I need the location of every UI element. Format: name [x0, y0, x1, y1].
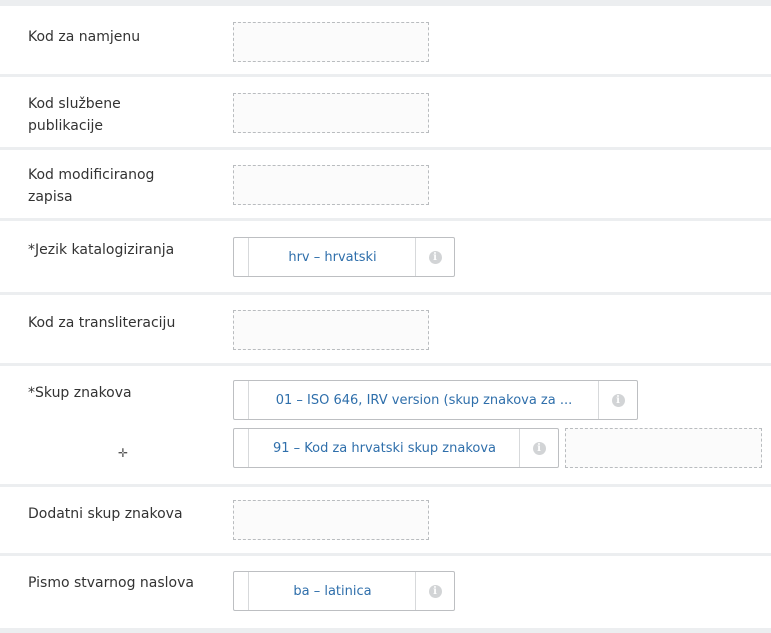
- field-label: *Jezik katalogiziranja: [28, 242, 175, 258]
- field-label: Pismo stvarnog naslova: [28, 575, 194, 591]
- field-label: Kod za namjenu: [28, 29, 141, 45]
- kod-modificiranog-zapisa-input[interactable]: [233, 165, 429, 205]
- skup-znakova-select-2[interactable]: 91 – Kod za hrvatski skup znakova i: [233, 428, 559, 468]
- crosshair-cursor-icon: ✛: [118, 446, 129, 460]
- info-button[interactable]: i: [415, 238, 454, 276]
- pismo-stvarnog-naslova-select[interactable]: ba – latinica i: [233, 571, 455, 611]
- field-drag-handle: [234, 238, 249, 276]
- field-label: Kod za transliteraciju: [28, 315, 176, 331]
- field-label-line-1: Kod službene: [28, 96, 121, 112]
- info-icon: i: [532, 441, 546, 455]
- field-drag-handle: [234, 381, 249, 419]
- field-label: *Skup znakova: [28, 385, 132, 401]
- field-label: Dodatni skup znakova: [28, 506, 183, 522]
- skup-znakova-add-input[interactable]: [565, 428, 762, 468]
- field-drag-handle: [234, 429, 249, 467]
- selected-value: hrv – hrvatski: [288, 249, 377, 265]
- field-row-dodatni-skup-znakova: Dodatni skup znakova: [0, 487, 771, 553]
- field-label-line-1: Kod modificiranog: [28, 167, 155, 183]
- field-row-jezik-katalogiziranja: *Jezik katalogiziranja hrv – hrvatski i: [0, 221, 771, 292]
- field-label-line-2: zapisa: [28, 189, 73, 205]
- info-button[interactable]: i: [598, 381, 637, 419]
- info-button[interactable]: i: [519, 429, 558, 467]
- field-row-kod-za-namjenu: Kod za namjenu: [0, 6, 771, 74]
- kod-za-transliteraciju-input[interactable]: [233, 310, 429, 350]
- dodatni-skup-znakova-input[interactable]: [233, 500, 429, 540]
- field-label: Kod modificiranog zapisa: [28, 164, 208, 208]
- selected-value: ba – latinica: [293, 583, 372, 599]
- info-button[interactable]: i: [415, 572, 454, 610]
- kod-sluzbene-publikacije-input[interactable]: [233, 93, 429, 133]
- skup-znakova-select-1[interactable]: 01 – ISO 646, IRV version (skup znakova …: [233, 380, 638, 420]
- field-row-skup-znakova: *Skup znakova 01 – ISO 646, IRV version …: [0, 366, 771, 484]
- info-icon: i: [428, 584, 442, 598]
- jezik-katalogiziranja-select[interactable]: hrv – hrvatski i: [233, 237, 455, 277]
- field-row-kod-sluzbene-publikacije: Kod službene publikacije: [0, 77, 771, 147]
- field-row-kod-za-transliteraciju: Kod za transliteraciju: [0, 295, 771, 363]
- field-row-pismo-stvarnog-naslova: Pismo stvarnog naslova ba – latinica i: [0, 556, 771, 628]
- selected-value: 01 – ISO 646, IRV version (skup znakova …: [275, 392, 573, 408]
- field-label: Kod službene publikacije: [28, 93, 208, 137]
- info-icon: i: [611, 393, 625, 407]
- selected-value: 91 – Kod za hrvatski skup znakova: [272, 440, 497, 456]
- kod-za-namjenu-input[interactable]: [233, 22, 429, 62]
- info-icon: i: [428, 250, 442, 264]
- field-label-line-2: publikacije: [28, 118, 103, 134]
- field-drag-handle: [234, 572, 249, 610]
- field-row-kod-modificiranog-zapisa: Kod modificiranog zapisa: [0, 150, 771, 218]
